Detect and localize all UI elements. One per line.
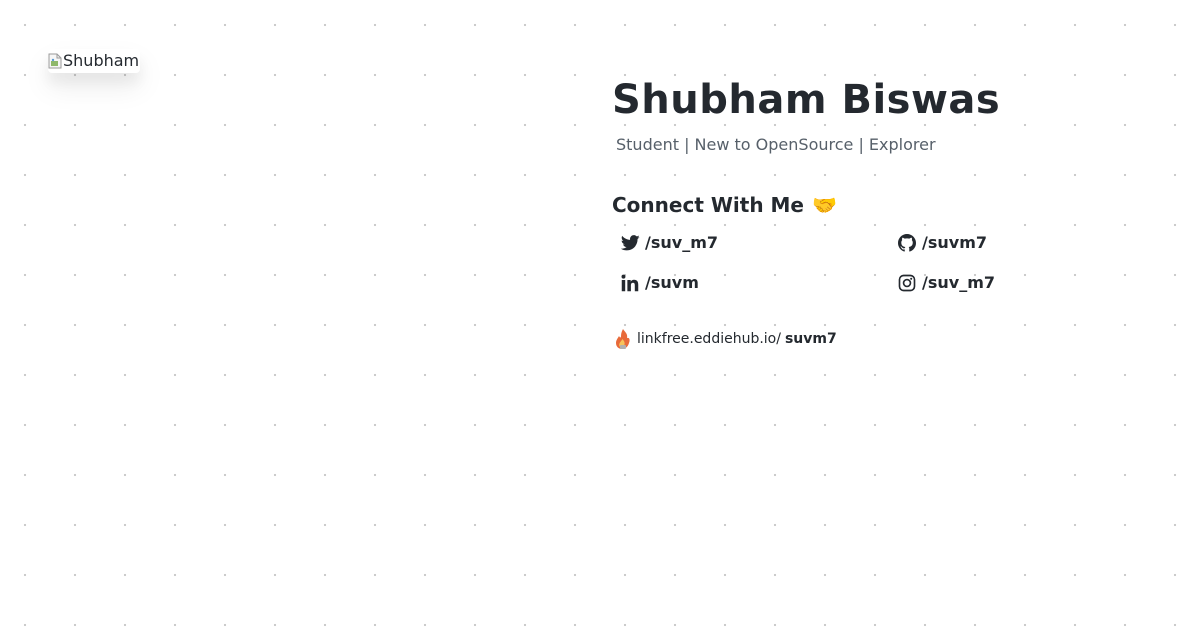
linkedin-handle: /suvm bbox=[645, 273, 699, 292]
broken-image-icon bbox=[48, 53, 62, 69]
instagram-link[interactable]: /suv_m7 bbox=[897, 271, 1097, 295]
connect-heading-text: Connect With Me bbox=[612, 193, 804, 217]
social-links: /suv_m7 /suvm7 /suvm /suv_m7 bbox=[620, 231, 1172, 295]
avatar: Shubham bbox=[48, 49, 140, 73]
handshake-icon: 🤝 bbox=[811, 193, 837, 217]
avatar-alt-text: Shubham bbox=[63, 51, 140, 70]
twitter-icon bbox=[620, 233, 640, 253]
profile-name: Shubham Biswas bbox=[612, 77, 1001, 123]
linkedin-link[interactable]: /suvm bbox=[620, 271, 897, 295]
linkfree-domain: linkfree.eddiehub.io/ bbox=[637, 331, 781, 347]
github-handle: /suvm7 bbox=[922, 233, 987, 252]
github-icon bbox=[897, 233, 917, 253]
twitter-link[interactable]: /suv_m7 bbox=[620, 231, 897, 255]
profile-panel: Shubham Biswas Student | New to OpenSour… bbox=[612, 74, 1172, 350]
connect-heading: Connect With Me 🤝 bbox=[612, 191, 1172, 219]
instagram-icon bbox=[897, 273, 917, 293]
linkedin-icon bbox=[620, 273, 640, 293]
instagram-handle: /suv_m7 bbox=[922, 273, 995, 292]
linkfree-icon bbox=[614, 328, 632, 350]
profile-tagline: Student | New to OpenSource | Explorer bbox=[616, 135, 936, 154]
github-link[interactable]: /suvm7 bbox=[897, 231, 1097, 255]
twitter-handle: /suv_m7 bbox=[645, 233, 718, 252]
linkfree-user: suvm7 bbox=[784, 331, 837, 347]
linkfree-link[interactable]: linkfree.eddiehub.io/ suvm7 bbox=[614, 328, 1172, 350]
